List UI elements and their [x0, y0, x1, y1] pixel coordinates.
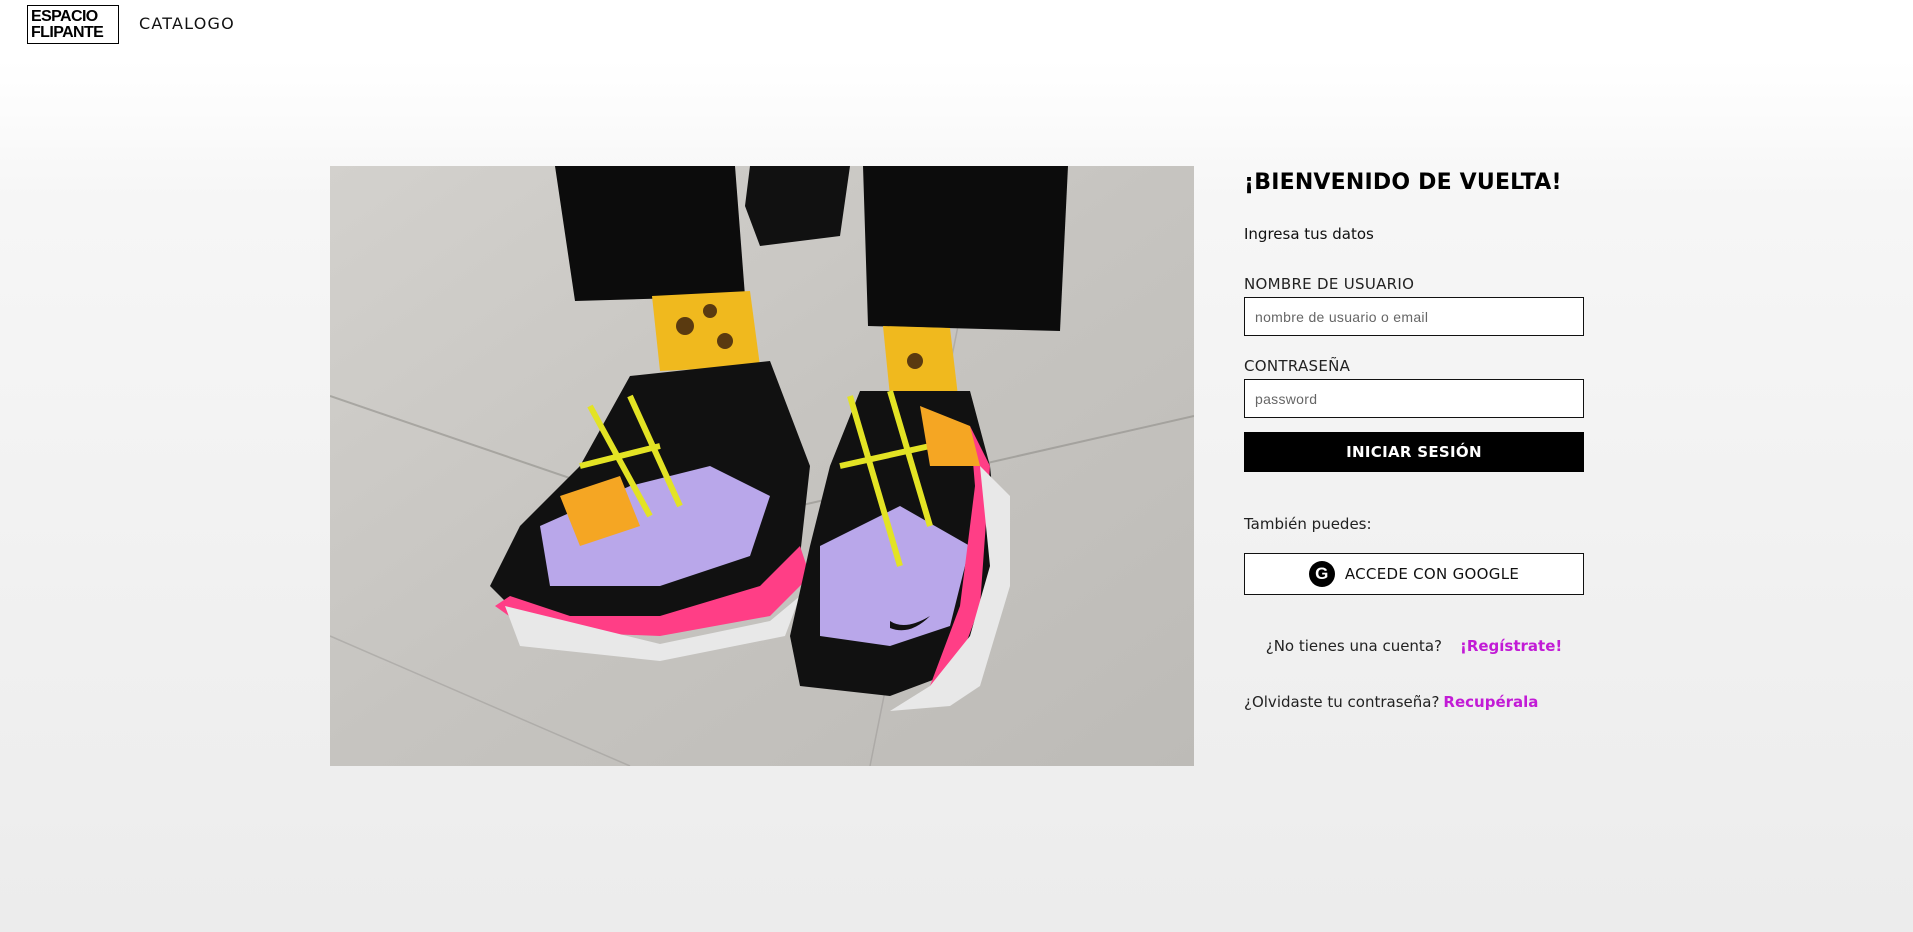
login-subtitle: Ingresa tus datos [1244, 225, 1374, 243]
password-input[interactable] [1244, 379, 1584, 418]
google-login-button[interactable]: G ACCEDE CON GOOGLE [1244, 553, 1584, 595]
forgot-password-row: ¿Olvidaste tu contraseña? Recupérala [1244, 693, 1584, 711]
logo-line-1: ESPACIO [31, 8, 98, 25]
login-submit-button[interactable]: INICIAR SESIÓN [1244, 432, 1584, 472]
logo-line-2: FLIPANTE [31, 24, 104, 41]
forgot-password-text: ¿Olvidaste tu contraseña? [1244, 693, 1440, 711]
google-icon: G [1308, 561, 1335, 587]
top-header: ESPACIO FLIPANTE CATALOGO [0, 0, 1913, 50]
password-label: CONTRASEÑA [1244, 357, 1351, 375]
login-title: ¡BIENVENIDO DE VUELTA! [1244, 170, 1562, 195]
nav-catalog-link[interactable]: CATALOGO [139, 14, 235, 33]
username-input[interactable] [1244, 297, 1584, 336]
register-row: ¿No tienes una cuenta? ¡Regístrate! [1244, 637, 1584, 655]
hero-image-sneakers [330, 166, 1194, 766]
google-login-label: ACCEDE CON GOOGLE [1344, 565, 1520, 583]
username-label: NOMBRE DE USUARIO [1244, 275, 1415, 293]
alternative-login-text: También puedes: [1244, 515, 1372, 533]
brand-logo[interactable]: ESPACIO FLIPANTE [27, 5, 119, 44]
recover-password-link[interactable]: Recupérala [1443, 693, 1538, 711]
no-account-text: ¿No tienes una cuenta? [1265, 637, 1442, 655]
register-link[interactable]: ¡Regístrate! [1460, 637, 1562, 655]
